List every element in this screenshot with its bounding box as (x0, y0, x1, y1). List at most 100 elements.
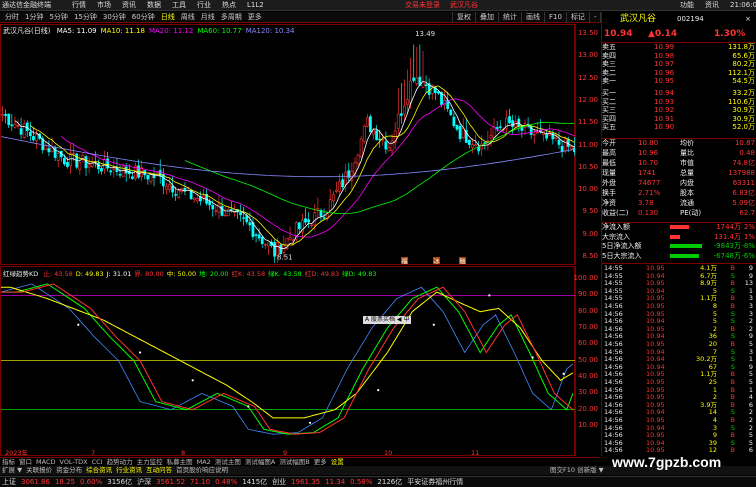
period-button-1[interactable]: 1分钟 (22, 12, 46, 23)
kline-chart[interactable]: 13.49 8.51 福 冰 融 武汉凡谷(日线) MA5: 11.09 MA10: 11… (0, 24, 576, 266)
flow-row: 大宗流入 131.4万 1% (602, 233, 756, 241)
info-link-1[interactable]: 关联报价 (24, 466, 54, 475)
high-price-label: 13.49 (415, 30, 435, 38)
kd-svg[interactable]: 2023年 7 8 9 10 11 (1, 267, 576, 457)
candle-body (226, 208, 230, 217)
kd-axis-label: 20.00 (577, 404, 598, 413)
tool-button-6[interactable]: - (588, 12, 601, 23)
period-button-9[interactable]: 多周期 (218, 12, 245, 23)
menu-item-4[interactable]: 工具 (172, 0, 186, 11)
kd-axis-label: 40.00 (577, 372, 598, 381)
info-link-5[interactable]: 互动问答 (144, 466, 174, 475)
login-notice[interactable]: 交易未登录 (405, 0, 440, 11)
period-button-2[interactable]: 5分钟 (46, 12, 70, 23)
tool-button-1[interactable]: 叠加 (475, 12, 498, 23)
kline-svg[interactable]: 13.49 8.51 福 冰 融 (1, 25, 576, 266)
index-statusbar: 上证 3061.86 18.25 0.60% 3156亿 沪深 3561.52 71.10 0.… (0, 476, 756, 487)
candle-body (452, 116, 456, 126)
tool-button-0[interactable]: 复权 (452, 12, 475, 23)
bid-row-label: 买五 (602, 123, 616, 131)
period-buttons: 分时 1分钟 5分钟 15分钟 30分钟 60分钟 日线 周线 月线 多周期 更多 (2, 12, 265, 23)
ma-label-0: MA5: 11.09 (56, 27, 97, 35)
period-button-6[interactable]: 日线 (158, 12, 178, 23)
right-menu-item-0[interactable]: 功能 (680, 0, 694, 11)
candle-body (390, 140, 394, 151)
period-button-7[interactable]: 周线 (178, 12, 198, 23)
price-change: ▲0.14 (648, 29, 678, 39)
quote-stats: 今开 10.80 均价 10.87 最高 10.96 量比 0.48 最低 10.70 市值 74.8… (602, 139, 756, 217)
candle-body (335, 189, 338, 192)
candle-body (257, 234, 261, 239)
stat-key: 均价 (680, 139, 694, 147)
kline-title: 武汉凡谷(日线) (3, 27, 51, 35)
menu-item-2[interactable]: 资讯 (122, 0, 136, 11)
ask-row-price: 10.98 (654, 51, 675, 60)
bid-row-volume: 30.9万 (732, 114, 755, 123)
bid-row-price: 10.90 (654, 123, 675, 131)
candle-body (211, 205, 215, 210)
period-button-5[interactable]: 60分钟 (129, 12, 158, 23)
f10-link[interactable]: 图交F10 创新版 ▼ (548, 466, 606, 475)
kd-indicator-chart[interactable]: 2023年 7 8 9 10 11 红绿趋势KD 止: 43.58 D: 49.83 J: 3… (0, 266, 576, 457)
info-link-3[interactable]: 综合资讯 (84, 466, 114, 475)
candle-body (563, 138, 567, 152)
kd-signal-dot (488, 294, 491, 297)
stat-row: 最高 10.96 量比 0.48 (602, 149, 756, 157)
stat-key: 外盘 (602, 179, 616, 187)
event-marker: 福 (402, 258, 408, 266)
quote-price-row: 10.94 ▲0.14 1.30% (602, 28, 756, 40)
period-button-4[interactable]: 30分钟 (100, 12, 129, 23)
info-link-2[interactable]: 资金分布 (54, 466, 84, 475)
candle-body (338, 181, 341, 192)
stat-value: 3.78 (638, 199, 654, 207)
stat-value: 10.96 (638, 149, 659, 157)
stat-key: 内盘 (680, 179, 694, 187)
candle-body (62, 158, 66, 165)
menu-item-6[interactable]: 热点 (222, 0, 236, 11)
kd-signal-dot (531, 356, 534, 359)
stat-value: 74677 (638, 179, 661, 187)
tool-button-4[interactable]: F10 (544, 12, 566, 23)
stat-row: 收益(二) 0.130 PE(动) 62.7 (602, 209, 756, 217)
candle-body (109, 170, 113, 173)
menu-item-1[interactable]: 市场 (97, 0, 111, 11)
tool-button-2[interactable]: 统计 (498, 12, 521, 23)
right-menu-item-1[interactable]: 资讯 (705, 0, 719, 11)
candle-body (239, 212, 242, 216)
ask-row-price: 10.95 (654, 77, 675, 85)
bid-row-price: 10.92 (654, 106, 675, 114)
ask-row-price: 10.99 (654, 43, 675, 51)
stat-value: 62.7 (739, 209, 755, 217)
tool-button-3[interactable]: 画线 (521, 12, 544, 23)
menu-item-0[interactable]: 行情 (72, 0, 86, 11)
stock-popup[interactable]: A 股票买档 ◀ 中 (363, 316, 412, 324)
menu-item-3[interactable]: 数据 (147, 0, 161, 11)
kd-param-5: 地: 20.00 (199, 270, 229, 278)
info-link-4[interactable]: 行业资讯 (114, 466, 144, 475)
stat-value: 74.8亿 (732, 159, 755, 167)
info-link-6[interactable]: 首页股价响应说明 (174, 466, 230, 475)
last-price: 10.94 (604, 29, 633, 39)
price-axis-label: 12.50 (577, 73, 598, 82)
period-button-10[interactable]: 更多 (245, 12, 265, 23)
candle-body (331, 194, 335, 202)
tool-button-5[interactable]: 标记 (565, 12, 589, 23)
period-button-3[interactable]: 15分钟 (71, 12, 100, 23)
info-link-0[interactable]: 扩展 ▼ (0, 466, 24, 475)
date-label: 2023年 (5, 448, 29, 457)
period-button-0[interactable]: 分时 (2, 12, 22, 23)
app-title: 通达信金融终端 (2, 1, 51, 9)
close-icon[interactable]: × (745, 13, 751, 25)
menu-item-5[interactable]: 行业 (197, 0, 211, 11)
candle-body (87, 164, 91, 168)
stat-key: PE(动) (680, 209, 702, 217)
candle-body (328, 199, 332, 211)
tick-list[interactable]: 14:55 10.95 4.1万 B 9 14:55 10.94 6.7万 S 9 14:55 10.… (602, 264, 756, 456)
period-button-8[interactable]: 月线 (198, 12, 218, 23)
menu-item-7[interactable]: L1L2 (247, 0, 264, 11)
candle-body (56, 153, 60, 161)
index-status-item: 3156亿 (107, 478, 133, 486)
kd-signal-dot (432, 323, 435, 326)
candle-body (511, 120, 515, 127)
stat-key: 股本 (680, 189, 694, 197)
